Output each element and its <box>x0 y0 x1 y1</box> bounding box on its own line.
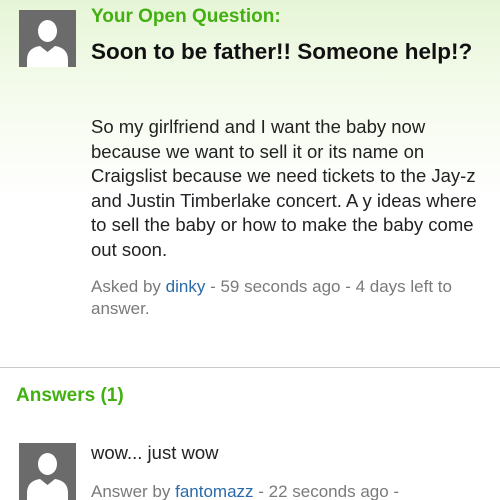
question-title: Soon to be father!! Someone help!? <box>91 39 473 64</box>
answerer-link[interactable]: fantomazz <box>175 482 253 500</box>
asker-link[interactable]: dinky <box>166 277 206 296</box>
default-user-icon <box>19 443 76 500</box>
answer-text: wow... just wow <box>91 442 219 463</box>
answer-prefix: Answer by <box>91 482 176 500</box>
user-avatar-icon[interactable] <box>19 10 76 67</box>
default-user-icon <box>19 10 76 67</box>
asked-prefix: Asked by <box>91 277 166 296</box>
answerer-avatar-icon[interactable] <box>19 443 76 500</box>
answers-heading: Answers (1) <box>16 385 124 406</box>
answer-meta: Answer by fantomazz - 22 seconds ago - <box>91 481 399 500</box>
open-question-label: Your Open Question: <box>91 6 281 27</box>
question-body: So my girlfriend and I want the baby now… <box>91 116 477 260</box>
answer-suffix: - 22 seconds ago - <box>253 482 400 500</box>
question-page: Your Open Question: Soon to be father!! … <box>0 0 500 500</box>
question-section: Your Open Question: Soon to be father!! … <box>0 0 500 367</box>
section-divider <box>0 367 500 368</box>
question-meta: Asked by dinky - 59 seconds ago - 4 days… <box>91 276 486 320</box>
